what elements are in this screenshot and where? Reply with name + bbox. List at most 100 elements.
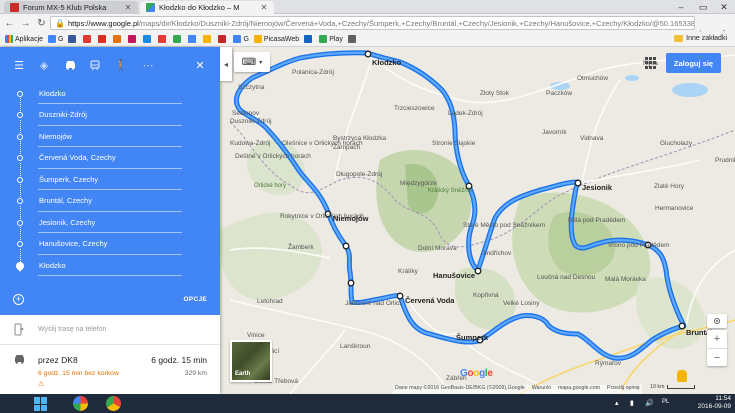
street-view-pegman-icon[interactable] bbox=[677, 370, 687, 382]
close-tab-icon[interactable]: ✕ bbox=[124, 3, 132, 12]
earth-view-toggle[interactable]: Earth bbox=[230, 340, 272, 382]
destination-input[interactable]: Bruntál, Czechy bbox=[38, 191, 182, 212]
bookmark-item[interactable] bbox=[188, 35, 198, 43]
destination-input[interactable]: Kłodzko bbox=[38, 255, 182, 276]
destination-input[interactable]: Šumperk, Czechy bbox=[38, 169, 182, 190]
town-label[interactable]: Otmuchów bbox=[577, 75, 608, 82]
town-label[interactable]: Kudowa-Zdrój bbox=[230, 140, 270, 147]
town-label[interactable]: Bělá pod Pradědem bbox=[568, 217, 625, 224]
town-label[interactable]: Złoty Stok bbox=[480, 90, 509, 97]
map-scale[interactable]: 10 km bbox=[650, 384, 696, 390]
bookmark-item[interactable]: G bbox=[233, 35, 249, 43]
town-label[interactable]: Jindřichov bbox=[482, 250, 511, 257]
town-label[interactable]: Vinice bbox=[247, 332, 265, 339]
route-option[interactable]: przez DK8 6 godz. 15 min 6 godz. 15 min … bbox=[0, 345, 220, 394]
mountain-range-label[interactable]: Orlické hory bbox=[254, 183, 286, 190]
town-label[interactable]: Malá Morávka bbox=[605, 276, 646, 283]
close-tab-icon[interactable]: ✕ bbox=[260, 3, 268, 12]
volume-icon[interactable]: 🔊 bbox=[645, 399, 654, 407]
town-label[interactable]: Staré Město pod Sněžníkem bbox=[463, 222, 545, 229]
town-label[interactable]: Javorník bbox=[542, 129, 567, 136]
close-window-icon[interactable]: ✕ bbox=[713, 0, 735, 14]
town-label[interactable]: Lądek-Zdrój bbox=[448, 110, 483, 117]
waypoint-city-label[interactable]: Červená Voda bbox=[405, 296, 454, 305]
add-destination-icon[interactable]: + bbox=[13, 294, 24, 305]
town-label[interactable]: Žampach bbox=[333, 144, 360, 151]
destination-input[interactable]: Duszniki-Zdrój bbox=[38, 105, 182, 126]
bookmark-item[interactable]: G bbox=[48, 35, 63, 43]
town-label[interactable]: Szczytna bbox=[238, 84, 264, 91]
town-label[interactable]: Vrbno pod Pradědem bbox=[608, 242, 670, 249]
bookmark-item[interactable] bbox=[83, 35, 93, 43]
town-label[interactable]: Glucholazy bbox=[660, 140, 692, 147]
tab-forum-mx5[interactable]: Forum MX-5 Klub Polska ✕ bbox=[4, 1, 138, 14]
best-route-icon[interactable]: ◈ bbox=[36, 57, 52, 73]
town-label[interactable]: Kopřivná bbox=[473, 292, 499, 299]
town-label[interactable]: Stronie Śląskie bbox=[432, 140, 475, 147]
my-location-button[interactable] bbox=[707, 314, 727, 328]
forward-arrow-icon[interactable]: → bbox=[19, 17, 32, 30]
network-icon[interactable]: ▮ bbox=[630, 399, 634, 407]
mountain-range-label[interactable]: Králický Sněžník bbox=[428, 188, 472, 195]
bookmark-item[interactable]: PicasaWeb bbox=[253, 35, 299, 43]
tray-arrow-icon[interactable]: ▴ bbox=[615, 399, 619, 407]
reload-icon[interactable]: ↻ bbox=[35, 17, 48, 30]
town-label[interactable]: Loučná nad Desnou bbox=[537, 274, 595, 281]
town-label[interactable]: Rýmařov bbox=[595, 360, 621, 367]
zoom-out-button[interactable]: − bbox=[707, 348, 727, 366]
town-label[interactable]: Letohrad bbox=[257, 298, 283, 305]
bookmark-item[interactable] bbox=[218, 35, 228, 43]
destination-input[interactable]: Červená Voda, Czechy bbox=[38, 148, 182, 169]
bookmark-item[interactable] bbox=[143, 35, 153, 43]
options-button[interactable]: OPCJE bbox=[183, 296, 207, 303]
destination-input[interactable]: Kłodzko bbox=[38, 83, 182, 104]
maximize-window-icon[interactable]: ▭ bbox=[692, 0, 714, 14]
car-icon[interactable] bbox=[62, 57, 78, 73]
town-label[interactable]: Bystrzyca Kłodzka bbox=[333, 135, 386, 142]
language-icon[interactable]: PL bbox=[662, 399, 669, 405]
more-modes-icon[interactable]: ⋯ bbox=[140, 57, 156, 73]
town-label[interactable]: Duszniki-Zdrój bbox=[230, 118, 272, 125]
destination-input[interactable]: Hanušovice, Czechy bbox=[38, 234, 182, 255]
town-label[interactable]: Sedlonov bbox=[232, 110, 259, 117]
town-label[interactable]: Zlaté Hory bbox=[654, 183, 684, 190]
waypoint-city-label[interactable]: Hanušovice bbox=[433, 271, 475, 280]
town-label[interactable]: Prudnik bbox=[715, 157, 735, 164]
close-directions-icon[interactable]: ✕ bbox=[192, 57, 208, 73]
attribution-link[interactable]: Warunki bbox=[532, 385, 551, 394]
town-label[interactable]: Międzygórze bbox=[400, 180, 437, 187]
bookmark-item[interactable] bbox=[68, 35, 78, 43]
zoom-in-button[interactable]: + bbox=[707, 330, 727, 348]
waypoint-city-label[interactable]: Šumperk bbox=[456, 333, 488, 342]
waypoint-city-label[interactable]: Niemojów bbox=[333, 214, 368, 223]
town-label[interactable]: Žamberk bbox=[288, 244, 314, 251]
other-bookmarks-folder[interactable]: Inne zakładki bbox=[674, 35, 727, 42]
transit-icon[interactable] bbox=[87, 57, 103, 73]
town-label[interactable]: Lanškroun bbox=[340, 343, 370, 350]
google-apps-icon[interactable] bbox=[645, 57, 657, 69]
back-arrow-icon[interactable]: ← bbox=[3, 17, 16, 30]
town-label[interactable]: Deštné v Orlických horách bbox=[235, 153, 311, 160]
walking-icon[interactable]: 🚶 bbox=[113, 57, 129, 73]
town-label[interactable]: Trzcieszowice bbox=[394, 105, 435, 112]
bookmark-item[interactable] bbox=[128, 35, 138, 43]
town-label[interactable]: Długopole-Zdrój bbox=[336, 171, 382, 178]
address-bar-input[interactable]: 🔒 https://www.google.pl/maps/dir/Kłodzko… bbox=[50, 16, 695, 30]
waypoint-city-label[interactable]: Kłodzko bbox=[372, 58, 401, 67]
town-label[interactable]: Jablonné nad Orlicí bbox=[345, 300, 401, 307]
attribution-link[interactable]: Prześlij opinię bbox=[607, 385, 640, 394]
waypoint-city-label[interactable]: Jesionik bbox=[582, 183, 612, 192]
tab-google-maps[interactable]: Kłodzko do Kłodzko – M ✕ bbox=[140, 1, 274, 14]
bookmark-item[interactable] bbox=[113, 35, 123, 43]
chrome-taskbar-icon[interactable] bbox=[106, 396, 121, 411]
town-label[interactable]: Velké Losiny bbox=[503, 300, 540, 307]
clock[interactable]: 11:54 2016-09-09 bbox=[698, 395, 731, 411]
attribution-link[interactable]: mapa.google.com bbox=[558, 385, 600, 394]
minimize-window-icon[interactable]: – bbox=[670, 0, 692, 14]
sign-in-button[interactable]: Zaloguj się bbox=[666, 53, 721, 73]
bookmark-item[interactable] bbox=[203, 35, 213, 43]
send-to-phone-row[interactable]: Wyślij trasę na telefon bbox=[0, 315, 220, 345]
destination-input[interactable]: Jesionik, Czechy bbox=[38, 212, 182, 233]
picasa-taskbar-icon[interactable] bbox=[73, 396, 88, 411]
town-label[interactable]: Hermanovice bbox=[655, 205, 693, 212]
